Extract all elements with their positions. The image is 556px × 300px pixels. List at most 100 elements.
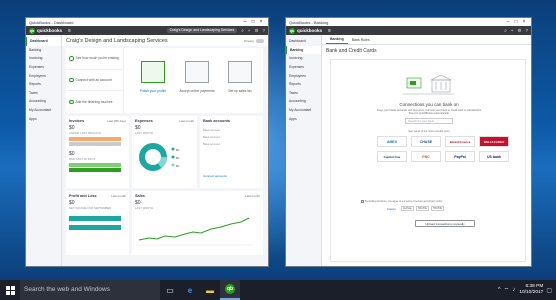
window-titlebar[interactable]: QuickBooks - Dashboard – □ ×	[26, 18, 268, 26]
upload-transactions-button[interactable]: Upload transactions manually	[415, 220, 475, 227]
security-badge: TRUSTe	[415, 206, 429, 211]
file-explorer-icon[interactable]: ▬	[200, 280, 220, 300]
bank-accounts-widget[interactable]: Bank accounts Bank account Bank account …	[200, 116, 263, 188]
sidebar-item-apps[interactable]: Apps	[286, 114, 321, 123]
payments-illustration-icon	[185, 61, 209, 83]
bank-account-row[interactable]: Bank account	[203, 142, 260, 146]
sidebar-item-accounting[interactable]: Accounting	[286, 97, 321, 106]
start-button[interactable]	[0, 280, 20, 300]
dashboard-window[interactable]: QuickBooks - Dashboard – □ × qb quickboo…	[25, 17, 269, 267]
notifications-icon[interactable]: ▢	[546, 287, 552, 294]
search-icon[interactable]: ⌕	[504, 28, 507, 33]
sidebar-item-employees[interactable]: Employees	[26, 71, 61, 80]
clock[interactable]: 6:38 PM 10/10/2017	[519, 284, 543, 296]
add-icon[interactable]: +	[248, 28, 251, 33]
security-badges: VeriSign TRUSTe TRUSTe	[401, 206, 471, 211]
banking-window[interactable]: QuickBooks - Banking – □ × qb quickbooks…	[285, 17, 532, 267]
company-name-pill: Craig's Design and Landscaping Services	[166, 28, 238, 33]
setup-card-sales-tax[interactable]: Set up sales tax	[219, 53, 261, 107]
help-icon[interactable]: ?	[262, 28, 265, 33]
period-selector[interactable]: Last month	[111, 194, 126, 198]
show-hidden-icons-icon[interactable]: ^	[498, 287, 501, 293]
sidebar-item-my-accountant[interactable]: My Accountant	[286, 106, 321, 115]
sidebar-item-reports[interactable]: Reports	[286, 80, 321, 89]
menu-icon[interactable]: ≡	[68, 28, 71, 34]
page-title: Craig's Design and Landscaping Services	[66, 37, 168, 44]
bank-tile-amex[interactable]: AMEX	[377, 136, 407, 147]
bank-tile-chase[interactable]: CHASE	[411, 136, 441, 147]
sidebar-item-expenses[interactable]: Expenses	[286, 63, 321, 72]
open-bar	[69, 142, 121, 146]
close-icon[interactable]: ×	[520, 19, 528, 25]
sidebar-item-invoicing[interactable]: Invoicing	[26, 54, 61, 63]
gear-icon[interactable]: ⚙	[517, 28, 521, 34]
agree-checkbox[interactable]	[361, 200, 364, 203]
minimize-icon[interactable]: –	[241, 19, 249, 25]
quickbooks-taskbar-icon[interactable]: qb	[220, 280, 240, 300]
connect-description: Keep your books accurate with less work.…	[376, 109, 482, 116]
period-selector[interactable]: Last 365 days	[107, 119, 126, 123]
sidebar: Dashboard Banking Invoicing Expenses Emp…	[286, 35, 322, 266]
sales-widget[interactable]: Sales Last month $0 LAST MONTH	[132, 191, 263, 255]
taskbar-search-input[interactable]: Search the web and Windows	[20, 280, 160, 300]
tab-banking[interactable]: Banking	[326, 37, 348, 44]
maximize-icon[interactable]: □	[512, 19, 520, 25]
volume-icon[interactable]: ♪	[512, 287, 515, 293]
setup-task-label: Add the finishing touches	[75, 99, 113, 104]
sidebar-item-expenses[interactable]: Expenses	[26, 63, 61, 72]
edge-browser-icon[interactable]: e	[180, 280, 200, 300]
setup-card-profile[interactable]: Polish your profile	[132, 53, 174, 107]
connect-bank-card: Connections you can bank on Keep your bo…	[330, 59, 526, 262]
sidebar-item-banking[interactable]: Banking	[26, 46, 61, 55]
bank-account-row[interactable]: Bank account	[203, 135, 260, 139]
add-icon[interactable]: +	[511, 28, 514, 33]
profit-loss-widget[interactable]: Profit and Loss Last month $0 NET INCOME…	[66, 191, 129, 255]
task-view-icon[interactable]: ▭	[160, 280, 180, 300]
search-icon[interactable]: ⌕	[241, 28, 244, 33]
sidebar-item-taxes[interactable]: Taxes	[286, 89, 321, 98]
sidebar-item-accounting[interactable]: Accounting	[26, 97, 61, 106]
setup-card-payments[interactable]: Accept online payments	[176, 53, 218, 107]
bank-tile-wells-fargo[interactable]: WELLS FARGO	[479, 136, 509, 147]
cancel-link[interactable]: Cancel	[387, 207, 396, 211]
close-icon[interactable]: ×	[257, 19, 265, 25]
gear-icon[interactable]: ⚙	[254, 28, 258, 34]
maximize-icon[interactable]: □	[249, 19, 257, 25]
bank-tile-capital-one[interactable]: Capital One	[377, 151, 407, 162]
sidebar-item-taxes[interactable]: Taxes	[26, 89, 61, 98]
connect-accounts-link[interactable]: Connect accounts	[203, 174, 227, 178]
sidebar-item-dashboard[interactable]: Dashboard	[26, 37, 61, 46]
sidebar-item-employees[interactable]: Employees	[286, 71, 321, 80]
setup-task[interactable]: Connect with an account	[66, 70, 123, 92]
bank-tile-us-bank[interactable]: US bank	[479, 151, 509, 162]
help-icon[interactable]: ?	[525, 28, 528, 33]
bank-search-input[interactable]: Search for your bank	[405, 118, 453, 124]
tab-bank-rules[interactable]: Bank Rules	[348, 38, 374, 44]
security-badge: VeriSign	[401, 206, 414, 211]
setup-task[interactable]: ✓ Add the finishing touches	[66, 91, 123, 113]
bank-tile-pnc[interactable]: PNC	[411, 151, 441, 162]
bank-account-row[interactable]: Bank account	[203, 128, 260, 132]
period-selector[interactable]: Last month	[245, 194, 260, 198]
sidebar-item-my-accountant[interactable]: My Accountant	[26, 106, 61, 115]
sidebar-item-dashboard[interactable]: Dashboard	[286, 37, 321, 46]
menu-icon[interactable]: ≡	[328, 28, 331, 34]
period-selector[interactable]: Last month	[179, 119, 194, 123]
sidebar-item-reports[interactable]: Reports	[26, 80, 61, 89]
popular-banks-label: See some of the more popular ones	[408, 130, 450, 133]
banking-content: Banking Bank Rules Bank and Credit Cards	[322, 35, 531, 266]
network-icon[interactable]: ⌔	[504, 286, 510, 294]
bank-tile-bank-of-america[interactable]: BankofAmerica	[445, 136, 475, 147]
setup-task-label: See how much you're making	[75, 56, 119, 61]
sidebar-item-apps[interactable]: Apps	[26, 114, 61, 123]
sidebar-item-invoicing[interactable]: Invoicing	[286, 54, 321, 63]
window-titlebar[interactable]: QuickBooks - Banking – □ ×	[286, 18, 531, 26]
window-title: QuickBooks - Dashboard	[29, 19, 74, 25]
expenses-widget[interactable]: Expenses Last month $0 LAST MONTH $0 $0	[132, 116, 197, 188]
setup-task[interactable]: See how much you're making	[66, 48, 123, 70]
privacy-toggle[interactable]	[256, 38, 264, 43]
minimize-icon[interactable]: –	[504, 19, 512, 25]
invoices-widget[interactable]: Invoices Last 365 days $0 UNPAID LAST 36…	[66, 116, 129, 188]
sidebar-item-banking[interactable]: Banking	[286, 45, 321, 55]
bank-tile-paypal[interactable]: PayPal	[445, 151, 475, 162]
